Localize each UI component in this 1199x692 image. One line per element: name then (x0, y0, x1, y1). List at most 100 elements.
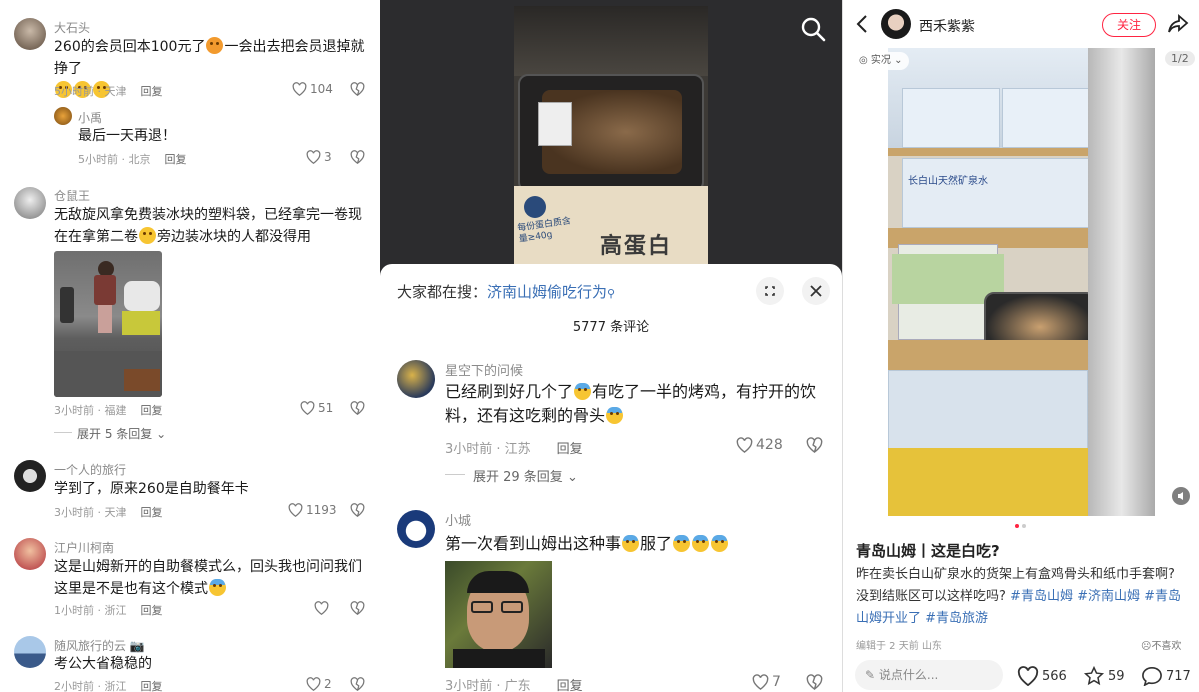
expand-icon[interactable] (756, 277, 784, 305)
avatar[interactable] (14, 18, 46, 50)
avatar[interactable] (397, 510, 435, 548)
comment-button[interactable]: 717 (1141, 666, 1191, 686)
comment-username[interactable]: 一个人的旅行 (54, 461, 126, 478)
dislike-button[interactable] (350, 601, 365, 615)
reply-button[interactable]: 回复 (141, 680, 163, 692)
avatar[interactable] (14, 636, 46, 668)
edit-info: 编辑于 2 天前 山东 (856, 641, 942, 652)
avatar[interactable] (397, 360, 435, 398)
comment-meta: 3小时前 · 江苏 回复 (445, 442, 583, 457)
comment-meta: 5小时前 · 天津 回复 (54, 85, 163, 98)
live-photo-badge: ◎ 实况 ⌄ (853, 52, 909, 70)
heart-icon (292, 82, 307, 96)
comment-username[interactable]: 星空下的问候 (445, 360, 523, 379)
dislike-button[interactable] (350, 677, 365, 691)
comment-sheet: 大家都在搜：济南山姆偷吃行为⚲ 5777 条评论 星空下的问候 已经刷到好几个了… (380, 264, 842, 692)
hashtag[interactable]: #济南山姆 (1077, 589, 1140, 604)
like-button[interactable]: 2 (306, 677, 332, 691)
broken-heart-icon (350, 503, 365, 517)
heart-icon (752, 674, 769, 690)
emoji-icon (574, 383, 592, 400)
follow-button[interactable]: 关注 (1102, 13, 1156, 37)
like-button[interactable] (314, 601, 332, 615)
dislike-button[interactable] (350, 401, 365, 415)
like-button[interactable]: 3 (306, 150, 332, 164)
comment-image[interactable] (54, 251, 162, 397)
dislike-button[interactable] (806, 437, 823, 453)
chevron-down-icon: ⌄ (156, 427, 167, 441)
comment-username[interactable]: 大石头 (54, 19, 90, 36)
broken-heart-icon (350, 677, 365, 691)
reply-button[interactable]: 回复 (141, 85, 163, 98)
heart-icon (306, 677, 321, 691)
avatar[interactable] (14, 538, 46, 570)
comment-meta: 3小时前 · 福建 回复 (54, 404, 163, 417)
expand-replies-button[interactable]: 展开 5 条回复 ⌄ (77, 425, 166, 442)
dislike-button[interactable] (350, 503, 365, 517)
hashtag[interactable]: #青岛旅游 (925, 611, 988, 626)
avatar[interactable] (14, 187, 46, 219)
live-photo-icon: ◎ (859, 55, 868, 66)
search-icon[interactable] (800, 16, 826, 42)
search-suggestion[interactable]: 大家都在搜：济南山姆偷吃行为⚲ (397, 281, 615, 302)
hashtag[interactable]: #青岛山姆 (1010, 589, 1073, 604)
avatar[interactable] (14, 460, 46, 492)
carousel-dot-active[interactable] (1015, 524, 1019, 528)
post-title: 青岛山姆丨这是白吃? (856, 542, 1000, 560)
like-button[interactable]: 7 (752, 674, 781, 690)
reply-button[interactable]: 回复 (165, 153, 187, 166)
close-icon[interactable] (802, 277, 830, 305)
expand-replies-button[interactable]: 展开 29 条回复 ⌄ (473, 466, 578, 485)
reply-button[interactable]: 回复 (141, 404, 163, 417)
dislike-button[interactable] (350, 82, 365, 96)
dislike-post-button[interactable]: ☹不喜欢 (1141, 637, 1181, 652)
like-button[interactable]: 428 (736, 437, 783, 453)
carousel-dots (1015, 524, 1029, 528)
comment-image[interactable] (445, 561, 552, 668)
like-post-button[interactable]: 566 (1017, 666, 1067, 686)
product-label: 高蛋白 (600, 234, 673, 259)
like-button[interactable]: 51 (300, 401, 333, 415)
post-detail-panel: 西禾紫紫 关注 长白山天然矿泉水 ◎ 实况 ⌄ 1/2 青岛山姆丨这是白吃? 昨… (842, 0, 1199, 692)
dislike-button[interactable] (350, 150, 365, 164)
comment-text: 第一次看到山姆出这种事 服了 (445, 532, 825, 556)
author-name[interactable]: 西禾紫紫 (919, 16, 975, 36)
comment-meta: 2小时前 · 浙江 回复 (54, 680, 163, 692)
comment-username[interactable]: 小城 (445, 510, 471, 529)
comment-username[interactable]: 仓鼠王 (54, 187, 90, 204)
mute-icon[interactable] (1172, 487, 1190, 505)
comment-username[interactable]: 随风旅行的云 📷 (54, 637, 145, 654)
heart-icon (306, 150, 321, 164)
emoji-icon (139, 227, 156, 244)
reply-button[interactable]: 回复 (557, 442, 583, 457)
emoji-icon (622, 535, 640, 552)
author-avatar[interactable] (881, 9, 911, 39)
collect-button[interactable]: 59 (1083, 666, 1125, 686)
comment-count: 5777 条评论 (572, 320, 650, 335)
dislike-button[interactable] (806, 674, 823, 690)
broken-heart-icon (350, 82, 365, 96)
comment-input[interactable]: ✎ 说点什么... (855, 660, 1003, 690)
like-button[interactable]: 1193 (288, 503, 337, 517)
comment-meta: 3小时前 · 广东 回复 (445, 679, 583, 692)
product-logo (524, 196, 546, 218)
emoji-icon (711, 535, 729, 552)
reply-button[interactable]: 回复 (141, 506, 163, 519)
comment-username[interactable]: 小禹 (78, 109, 102, 126)
video-frame[interactable]: 每份蛋白质含量≥40g 高蛋白 (514, 6, 708, 264)
share-icon[interactable] (1167, 14, 1189, 34)
broken-heart-icon (806, 437, 823, 453)
emoji-icon (209, 579, 226, 596)
comment-text: 已经刷到好几个了 有吃了一半的烤鸡，有拧开的饮料，还有这吃剩的骨头 (445, 382, 817, 425)
reply-button[interactable]: 回复 (141, 604, 163, 617)
dislike-icon: ☹ (1141, 641, 1152, 652)
carousel-dot[interactable] (1022, 524, 1026, 528)
comment-username[interactable]: 江户川柯南 (54, 539, 114, 556)
like-button[interactable]: 104 (292, 82, 333, 96)
back-icon[interactable] (855, 14, 869, 34)
avatar[interactable] (54, 107, 72, 125)
comment-panel-left: 大石头 260的会员回本100元了 一会出去把会员退掉就挣了 5小时前 · 天津回… (0, 0, 380, 692)
post-image[interactable]: 长白山天然矿泉水 (888, 48, 1155, 516)
reply-button[interactable]: 回复 (557, 679, 583, 692)
broken-heart-icon (806, 674, 823, 690)
